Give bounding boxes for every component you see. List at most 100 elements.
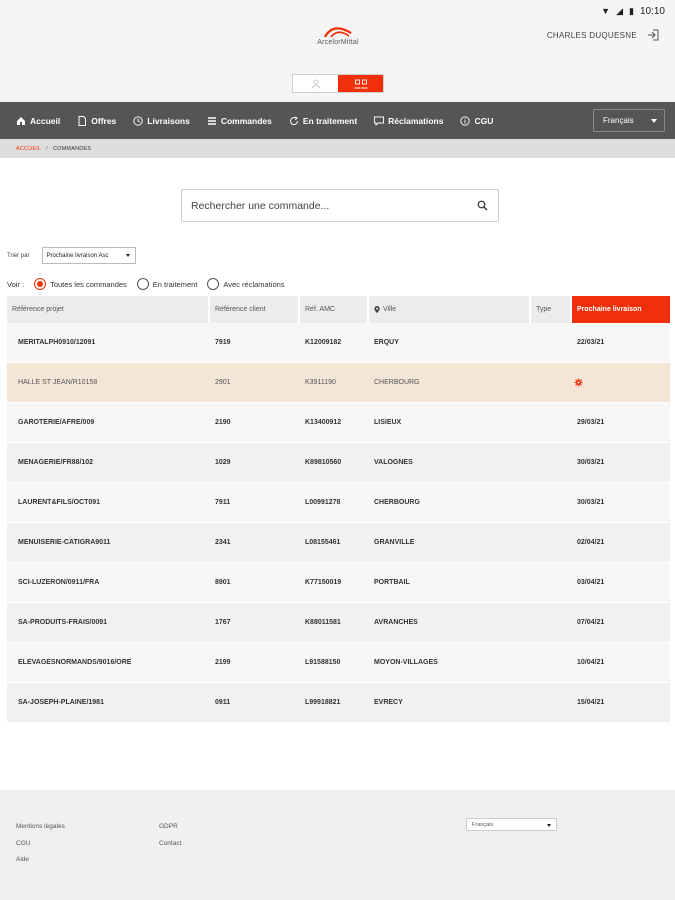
cell-reference-projet: GAROTERIE/AFRE/009 <box>18 419 95 426</box>
header-text: Référence projet <box>12 306 64 313</box>
nav-item-reclamations[interactable]: Réclamations <box>374 102 443 139</box>
language-select[interactable]: Français <box>593 109 665 132</box>
arcelormittal-logo[interactable]: ArcelorMittal <box>310 24 366 46</box>
cell-reference-projet: SCI-LUZERON/0911/FRA <box>18 579 100 586</box>
cell-reference-client: 1029 <box>215 459 231 466</box>
header-text: Prochaine livraison <box>577 306 642 313</box>
cell-prochaine-livraison: 30/03/21 <box>577 499 605 506</box>
table-body: MERITALPH0910/12091 7919 K12009182 ERQUY 22/… <box>7 323 670 723</box>
cell-reference-projet: HALLE ST JEAN/R10158 <box>18 379 98 386</box>
cell-type <box>531 363 572 402</box>
refresh-icon <box>289 115 298 125</box>
table-row[interactable]: MENAGERIE/FR88/102 1029 K89810560 VALOGNES 3… <box>7 443 670 483</box>
breadcrumb-home[interactable]: ACCUEIL <box>16 146 41 152</box>
user-icon <box>311 79 320 88</box>
cell-ref-amc: K3911190 <box>305 379 336 386</box>
table-row[interactable]: HALLE ST JEAN/R10158 2901 K3911190 CHERBOUR… <box>7 363 670 403</box>
document-icon <box>78 115 87 126</box>
nav-item-cgu[interactable]: CGU <box>460 102 493 139</box>
cell-reference-projet: SA-PRODUITS-FRAIS/0091 <box>18 619 108 626</box>
chevron-down-icon <box>126 254 131 257</box>
table-row[interactable]: MENUISERIE-CATIGRA9011 2341 L08155461 GRANV… <box>7 523 670 563</box>
footer-link-mentions-legales[interactable]: Mentions légales <box>16 823 65 830</box>
table-row[interactable]: GAROTERIE/AFRE/009 2190 K13400912 LISIEUX 29… <box>7 403 670 443</box>
cell-ville: VALOGNES <box>374 459 413 466</box>
cell-reference-projet: MERITALPH0910/12091 <box>18 339 96 346</box>
column-header-ref-amc[interactable]: Réf. AMC <box>300 296 369 323</box>
cell-reference-client: 7911 <box>215 499 231 506</box>
footer-link-aide[interactable]: Aide <box>16 856 29 863</box>
cell-prochaine-livraison: 30/03/21 <box>577 459 605 466</box>
header-text: Ville <box>383 306 397 313</box>
cell-type <box>531 683 572 722</box>
footer-language-select[interactable]: Français <box>466 818 557 831</box>
cell-type <box>531 403 572 442</box>
column-header-prochaine-livraison[interactable]: Prochaine livraison <box>572 296 670 323</box>
cell-ville: ERQUY <box>374 339 399 346</box>
column-header-reference-projet[interactable]: Référence projet <box>7 296 210 323</box>
radio-label: Avec réclamations <box>223 279 285 289</box>
column-header-type[interactable]: Type <box>531 296 572 323</box>
status-bar: ▼ ◢ ▮ 10:10 <box>0 0 675 22</box>
cell-reference-client: 2341 <box>215 539 231 546</box>
cell-type <box>531 443 572 482</box>
cell-type <box>531 643 572 682</box>
cell-type <box>531 563 572 602</box>
header-text: Réf. AMC <box>305 306 335 313</box>
filter-row: Voir : Toutes les commandes En traitemen… <box>7 278 285 290</box>
cell-ref-amc: K12009182 <box>305 339 342 346</box>
footer-link-gdpr[interactable]: GDPR <box>159 823 178 830</box>
logout-icon[interactable] <box>647 28 661 42</box>
radio-toutes-les-commandes[interactable] <box>34 278 47 290</box>
table-row[interactable]: SA-JOSEPH-PLAINE/1981 0911 L99918821 EVRECY… <box>7 683 670 723</box>
location-pin-icon <box>374 306 380 313</box>
footer-link-cgu[interactable]: CGU <box>16 840 30 847</box>
header-text: Référence client <box>215 306 266 313</box>
cell-ville: PORTBAIL <box>374 579 410 586</box>
radio-en-traitement[interactable] <box>136 278 149 290</box>
logo-mark-icon <box>324 27 352 38</box>
chevron-down-icon <box>547 824 551 827</box>
column-header-ville[interactable]: Ville <box>369 296 531 323</box>
cell-ref-amc: K88011581 <box>305 619 341 626</box>
nav-item-livraisons[interactable]: Livraisons <box>133 102 190 139</box>
nav-label: Offres <box>91 115 117 126</box>
toggle-group-users[interactable] <box>338 75 383 92</box>
sort-label: Trier par <box>7 252 30 259</box>
user-name[interactable]: CHARLES DUQUESNE <box>547 31 637 40</box>
sort-select[interactable]: Prochaine livraison Asc <box>42 247 137 264</box>
clock-icon <box>133 115 143 126</box>
search-icon[interactable] <box>477 200 488 211</box>
cell-reference-client: 8901 <box>215 579 231 586</box>
toggle-single-user[interactable] <box>293 75 338 92</box>
radio-avec-reclamations[interactable] <box>207 278 220 290</box>
table-row[interactable]: LAURENT&FILS/OCT091 7911 L00991278 CHERBOUR… <box>7 483 670 523</box>
nav-item-accueil[interactable]: Accueil <box>16 102 60 139</box>
footer-link-contact[interactable]: Contact <box>159 840 181 847</box>
nav-item-offres[interactable]: Offres <box>77 102 116 139</box>
cell-ref-amc: L91588150 <box>305 659 341 666</box>
search-input[interactable] <box>191 199 471 212</box>
chevron-down-icon <box>651 119 657 123</box>
view-toggle <box>292 74 384 93</box>
cell-reference-client: 2901 <box>215 379 231 386</box>
nav-item-en-traitement[interactable]: En traitement <box>289 102 357 139</box>
table-row[interactable]: ELEVAGESNORMANDS/9016/ORE 2199 L91588150 MO… <box>7 643 670 683</box>
nav-item-commandes[interactable]: Commandes <box>207 102 272 139</box>
breadcrumb: ACCUEIL / COMMANDES <box>0 139 675 158</box>
table-header: Référence projet Référence client Réf. A… <box>7 296 670 323</box>
cell-ref-amc: L00991278 <box>305 499 341 506</box>
table-row[interactable]: SA-PRODUITS-FRAIS/0091 1767 K88011581 AVRAN… <box>7 603 670 643</box>
radio-label: En traitement <box>152 279 198 289</box>
list-icon <box>207 116 216 125</box>
column-header-reference-client[interactable]: Référence client <box>210 296 300 323</box>
cell-ville: AVRANCHES <box>374 619 418 626</box>
nav-label: En traitement <box>302 115 358 126</box>
gear-icon <box>574 378 583 387</box>
table-row[interactable]: MERITALPH0910/12091 7919 K12009182 ERQUY 22/… <box>7 323 670 363</box>
orders-table: Référence projet Référence client Réf. A… <box>7 296 670 723</box>
cell-reference-projet: LAURENT&FILS/OCT091 <box>18 499 101 506</box>
app-header: ArcelorMittal CHARLES DUQUESNE <box>0 22 675 102</box>
table-row[interactable]: SCI-LUZERON/0911/FRA 8901 K77150019 PORTBAI… <box>7 563 670 603</box>
nav-label: CGU <box>474 115 494 126</box>
